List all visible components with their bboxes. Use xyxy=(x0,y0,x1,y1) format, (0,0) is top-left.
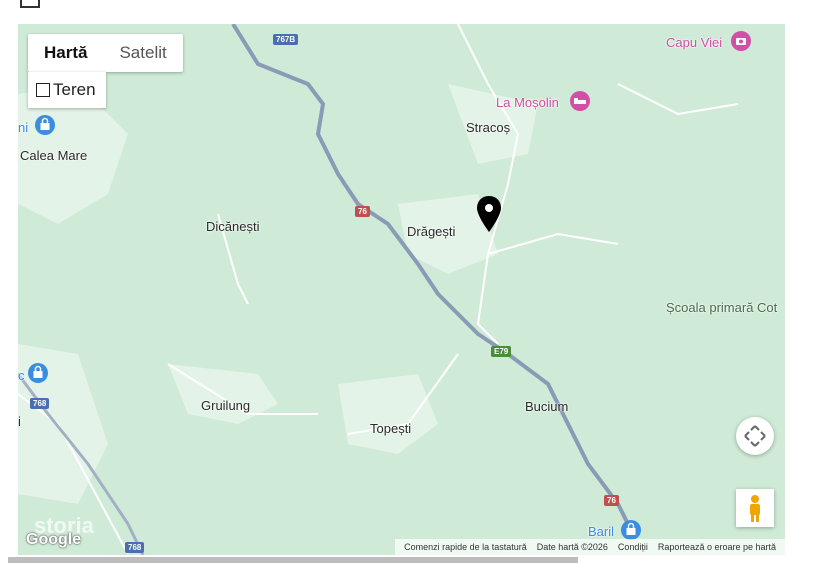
place-label: Stracoș xyxy=(466,120,511,135)
road-shield: 768 xyxy=(30,398,50,409)
terms-link[interactable]: Condiții xyxy=(618,542,648,552)
keyboard-shortcuts-link[interactable]: Comenzi rapide de la tastatură xyxy=(404,542,527,552)
map-canvas[interactable]: 767B 76 E79 768 768 76 Stracoș Calea Mar… xyxy=(18,24,785,555)
place-label: Gruilung xyxy=(201,398,251,413)
road-shield: 76 xyxy=(604,495,619,506)
road-shield: E79 xyxy=(491,346,512,357)
place-label: i xyxy=(18,414,21,429)
map-footer: Comenzi rapide de la tastatură Date hart… xyxy=(395,539,785,555)
poi-label[interactable]: Capu Viei xyxy=(666,35,722,50)
poi-label[interactable]: La Moșolin xyxy=(496,95,559,110)
terrain-patches xyxy=(18,84,538,504)
place-label: Drăgești xyxy=(407,224,456,239)
place-label: Topești xyxy=(370,421,412,436)
place-label: ni xyxy=(18,120,29,135)
map-type-satellite-button[interactable]: Satelit xyxy=(103,34,182,72)
place-label: Școala primară Cot xyxy=(666,300,778,315)
minor-roads xyxy=(18,24,739,555)
road-shield: 767B xyxy=(273,34,299,45)
map-base xyxy=(18,24,739,555)
place-label: Dicănești xyxy=(206,219,260,234)
place-label: Calea Mare xyxy=(20,148,88,163)
place-label: c xyxy=(18,368,25,383)
checkbox-icon xyxy=(20,0,40,8)
street-view-button[interactable] xyxy=(736,489,774,527)
poi-label[interactable]: Baril xyxy=(588,524,614,539)
terrain-checkbox[interactable] xyxy=(36,83,50,97)
navigation-icon xyxy=(744,425,766,447)
map-type-control: Hartă Satelit xyxy=(28,34,183,72)
road-shield: 768 xyxy=(125,542,145,553)
terrain-label: Teren xyxy=(53,80,96,99)
camera-control-button[interactable] xyxy=(736,417,774,455)
scrollbar[interactable] xyxy=(8,557,578,563)
terrain-toggle[interactable]: Teren xyxy=(28,72,106,108)
map-type-map-button[interactable]: Hartă xyxy=(28,34,103,72)
pegman-icon xyxy=(750,495,760,522)
road-shield: 76 xyxy=(355,206,370,217)
report-error-link[interactable]: Raportează o eroare pe hartă xyxy=(658,542,776,552)
map-data-text: Date hartă ©2026 xyxy=(536,542,608,552)
google-logo[interactable]: Google xyxy=(26,531,81,549)
place-label: Bucium xyxy=(525,399,569,414)
